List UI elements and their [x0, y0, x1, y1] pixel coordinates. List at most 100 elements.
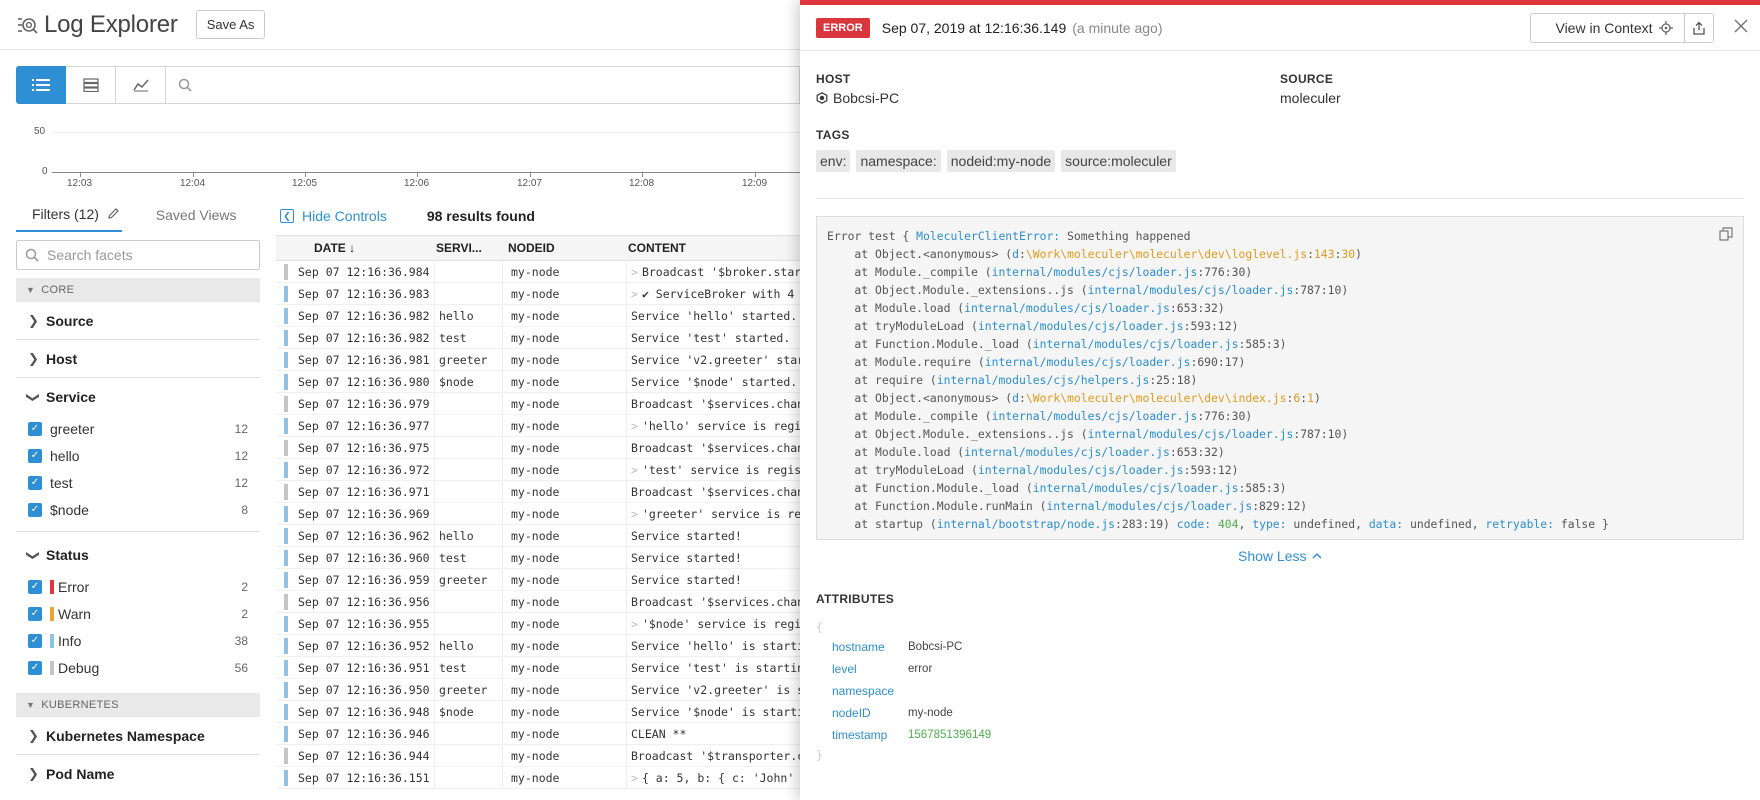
- service-facet-item[interactable]: ✓ greeter 12: [16, 415, 260, 442]
- log-nodeid: my-node: [502, 371, 626, 392]
- log-search-box[interactable]: [166, 66, 800, 104]
- log-row[interactable]: Sep 07 12:16:36.952 hello my-node Service '…: [276, 635, 800, 657]
- tab-filters[interactable]: Filters (12): [16, 200, 122, 232]
- log-row[interactable]: Sep 07 12:16:36.972 my-node >'test' servic…: [276, 459, 800, 481]
- log-row[interactable]: Sep 07 12:16:36.948 $node my-node Service '…: [276, 701, 800, 723]
- service-facet-item[interactable]: ✓ test 12: [16, 469, 260, 496]
- log-nodeid: my-node: [502, 547, 626, 568]
- log-level-bar: [284, 747, 288, 764]
- checkbox-checked-icon[interactable]: ✓: [28, 421, 42, 436]
- log-row[interactable]: Sep 07 12:16:36.962 hello my-node Service s…: [276, 525, 800, 547]
- status-facet-item[interactable]: ✓ Error 2: [16, 573, 260, 600]
- status-facet-item[interactable]: ✓ Warn 2: [16, 600, 260, 627]
- collapse-panel-icon: ❮: [280, 209, 294, 223]
- tag-chip[interactable]: namespace:: [856, 150, 941, 172]
- view-in-context-button[interactable]: View in Context: [1530, 13, 1698, 43]
- log-row[interactable]: Sep 07 12:16:36.982 test my-node Service 't…: [276, 327, 800, 349]
- log-nodeid: my-node: [502, 635, 626, 656]
- copy-icon[interactable]: [1719, 227, 1733, 246]
- facet-search-input[interactable]: [47, 247, 247, 263]
- status-facet-item[interactable]: ✓ Info 38: [16, 627, 260, 654]
- service-facet-item[interactable]: ✓ hello 12: [16, 442, 260, 469]
- tab-saved-views[interactable]: Saved Views: [140, 201, 239, 231]
- log-row[interactable]: Sep 07 12:16:36.950 greeter my-node Service…: [276, 679, 800, 701]
- log-row[interactable]: Sep 07 12:16:36.981 greeter my-node Service…: [276, 349, 800, 371]
- host-value[interactable]: Bobcsi-PC: [816, 90, 899, 106]
- attribute-row[interactable]: nodeID my-node: [816, 702, 991, 724]
- facet-group-host[interactable]: ❯ Host: [16, 340, 260, 377]
- log-row[interactable]: Sep 07 12:16:36.960 test my-node Service st…: [276, 547, 800, 569]
- tag-chip[interactable]: env:: [816, 150, 851, 172]
- log-row[interactable]: Sep 07 12:16:36.975 my-node Broadcast '$se…: [276, 437, 800, 459]
- log-row[interactable]: Sep 07 12:16:36.979 my-node Broadcast '$se…: [276, 393, 800, 415]
- attribute-row[interactable]: hostname Bobcsi-PC: [816, 636, 991, 658]
- log-row[interactable]: Sep 07 12:16:36.959 greeter my-node Service…: [276, 569, 800, 591]
- status-facet-item[interactable]: ✓ Debug 56: [16, 654, 260, 681]
- facet-group-pod-name[interactable]: ❯ Pod Name: [16, 755, 260, 792]
- column-header-content[interactable]: CONTENT: [624, 237, 800, 259]
- timeline-x-tick: 12:05: [292, 178, 318, 189]
- save-as-button[interactable]: Save As: [195, 10, 266, 39]
- service-facet-item[interactable]: ✓ $node 8: [16, 496, 260, 523]
- tag-chip[interactable]: source:moleculer: [1061, 150, 1176, 172]
- close-panel-button[interactable]: [1728, 13, 1754, 39]
- checkbox-checked-icon[interactable]: ✓: [28, 475, 42, 490]
- log-content-text: Broadcast '$transporter.con: [631, 748, 800, 763]
- patterns-view-button[interactable]: [66, 66, 116, 104]
- checkbox-checked-icon[interactable]: ✓: [28, 579, 42, 594]
- log-row[interactable]: Sep 07 12:16:36.971 my-node Broadcast '$se…: [276, 481, 800, 503]
- log-row[interactable]: Sep 07 12:16:36.944 my-node Broadcast '$tr…: [276, 745, 800, 767]
- log-row[interactable]: Sep 07 12:16:36.946 my-node CLEAN **: [276, 723, 800, 745]
- column-header-date[interactable]: DATE ↓: [276, 241, 432, 255]
- checkbox-checked-icon[interactable]: ✓: [28, 448, 42, 463]
- facet-group-status[interactable]: ❯ Status: [16, 536, 260, 573]
- log-content: Broadcast '$transporter.con: [626, 745, 800, 766]
- checkbox-checked-icon[interactable]: ✓: [28, 633, 42, 648]
- log-row[interactable]: Sep 07 12:16:36.982 hello my-node Service '…: [276, 305, 800, 327]
- checkbox-checked-icon[interactable]: ✓: [28, 606, 42, 621]
- filters-tabs: Filters (12) Saved Views: [16, 200, 260, 232]
- column-header-service[interactable]: SERVI...: [432, 237, 500, 259]
- log-row[interactable]: Sep 07 12:16:36.969 my-node >'greeter' ser…: [276, 503, 800, 525]
- log-row[interactable]: Sep 07 12:16:36.951 test my-node Service 't…: [276, 657, 800, 679]
- log-service: greeter: [434, 349, 502, 370]
- log-content-text: Service 'test' is starting.: [631, 660, 800, 675]
- log-row[interactable]: Sep 07 12:16:36.956 my-node Broadcast '$se…: [276, 591, 800, 613]
- log-row[interactable]: Sep 07 12:16:36.980 $node my-node Service '…: [276, 371, 800, 393]
- log-row[interactable]: Sep 07 12:16:36.955 my-node > '$node' servi…: [276, 613, 800, 635]
- show-less-button[interactable]: Show Less: [1238, 548, 1323, 564]
- tag-chip[interactable]: nodeid:my-node: [946, 150, 1056, 172]
- facet-group-service[interactable]: ❯ Service: [16, 378, 260, 415]
- log-level-bar: [284, 571, 288, 588]
- expand-arrow-icon: >: [631, 506, 638, 521]
- export-button[interactable]: [1684, 13, 1714, 43]
- log-service: hello: [434, 305, 502, 326]
- timeline-x-tick: 12:03: [67, 178, 93, 189]
- facet-group-source[interactable]: ❯ Source: [16, 302, 260, 339]
- facet-group-label: Source: [46, 312, 94, 329]
- log-content-text: 'greeter' service is regist: [641, 506, 800, 521]
- log-volume-timeline[interactable]: 50 0 12:03 12:04 12:05 12:06 12:07 12:08…: [0, 118, 800, 194]
- analytics-view-button[interactable]: [116, 66, 166, 104]
- attribute-row[interactable]: level error: [816, 658, 991, 680]
- attribute-row[interactable]: namespace: [816, 680, 991, 702]
- attribute-row[interactable]: timestamp 1567851396149: [816, 724, 991, 746]
- list-view-button[interactable]: [16, 66, 66, 104]
- checkbox-checked-icon[interactable]: ✓: [28, 660, 42, 675]
- log-level-bar: [284, 307, 288, 324]
- section-core[interactable]: ▼ CORE: [16, 278, 260, 302]
- column-header-nodeid[interactable]: NODEID: [500, 237, 624, 259]
- facet-item-label: Error: [58, 578, 90, 595]
- source-value[interactable]: moleculer: [1280, 90, 1341, 106]
- log-service: [434, 503, 502, 524]
- status-color-swatch: [50, 606, 54, 621]
- section-kubernetes[interactable]: ▼ KUBERNETES: [16, 693, 260, 717]
- facet-group-kubernetes-namespace[interactable]: ❯ Kubernetes Namespace: [16, 717, 260, 754]
- checkbox-checked-icon[interactable]: ✓: [28, 502, 42, 517]
- log-service: [434, 481, 502, 502]
- log-row[interactable]: Sep 07 12:16:36.984 my-node > Broadcast '$b…: [276, 261, 800, 283]
- log-row[interactable]: Sep 07 12:16:36.977 my-node >'hello' servi…: [276, 415, 800, 437]
- log-row[interactable]: Sep 07 12:16:36.151 my-node >{ a: 5, b: { …: [276, 767, 800, 789]
- log-row[interactable]: Sep 07 12:16:36.983 my-node > ✔ ServiceBrok…: [276, 283, 800, 305]
- hide-controls-button[interactable]: ❮ Hide Controls: [280, 208, 387, 224]
